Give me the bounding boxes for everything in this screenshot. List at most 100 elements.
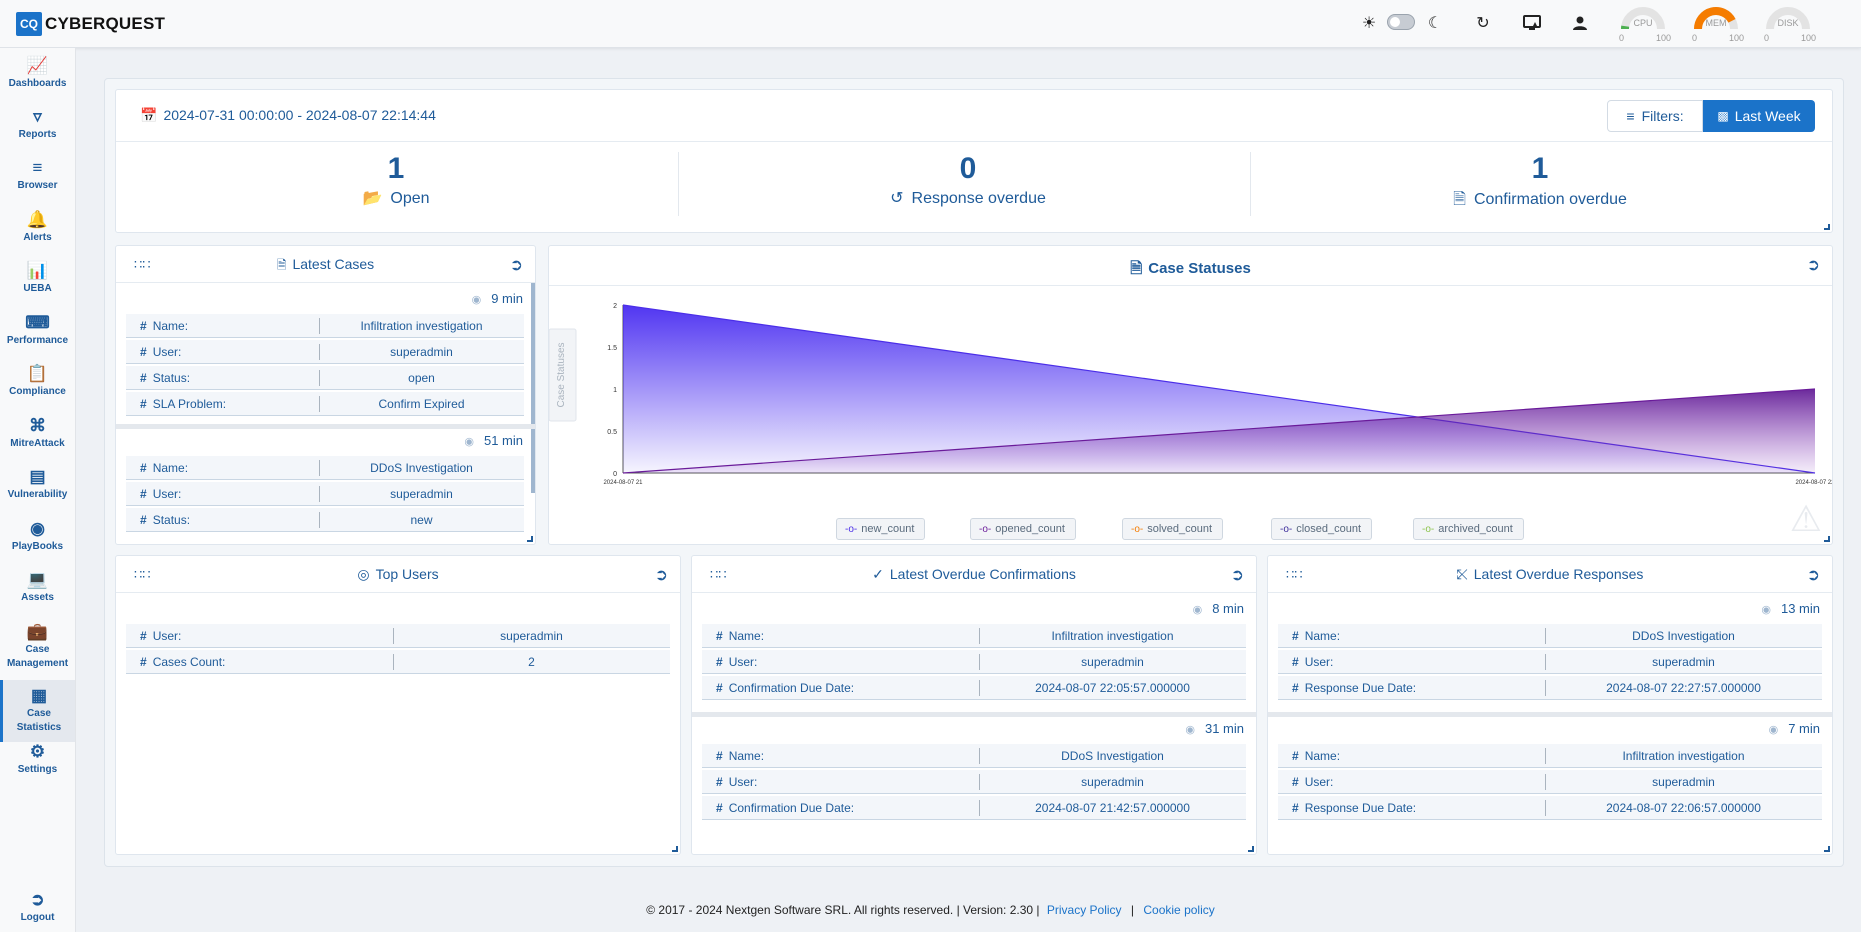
sidebar-item-label: Management (6, 658, 69, 669)
export-icon[interactable]: ➲ (655, 565, 668, 585)
eye-icon: ◉ (464, 436, 474, 448)
elapsed-time: 8 min (1212, 601, 1244, 616)
field-key: User: (1304, 655, 1334, 669)
field-key: User: (152, 487, 182, 501)
column-divider (319, 512, 320, 528)
legend-item-opened_count[interactable]: -o-opened_count (970, 518, 1076, 540)
column-divider (393, 654, 394, 670)
field-value: superadmin (1081, 775, 1144, 789)
hash-icon: # (140, 513, 147, 527)
sun-icon: ☀ (1361, 15, 1377, 32)
gear-icon: ⚙ (29, 742, 46, 761)
privacy-policy-link[interactable]: Privacy Policy (1047, 903, 1122, 917)
gauge-min: 0 (1764, 33, 1770, 43)
eye-icon: ◉ (1761, 604, 1771, 616)
command-icon: ⌘ (29, 416, 46, 435)
field-key: Cases Count: (152, 655, 226, 669)
field-value: 2024-08-07 22:27:57.000000 (1606, 681, 1761, 695)
stat-value: 1 (387, 152, 405, 185)
sidebar-item-dashboards[interactable]: 📈 Dashboards (0, 56, 75, 89)
document-check-icon: 🗎 (1453, 191, 1466, 208)
resize-handle[interactable] (672, 846, 678, 852)
theme-toggle[interactable] (1387, 14, 1415, 30)
y-tick-label: 1 (613, 387, 617, 394)
sidebar-item-performance[interactable]: ⌨ Performance (0, 313, 75, 346)
filters-button[interactable]: ≡ Filters: (1607, 100, 1703, 132)
resize-handle[interactable] (1824, 224, 1830, 230)
stat-confirmation-overdue: 1 🗎 Confirmation overdue (1260, 152, 1820, 215)
column-divider (1545, 680, 1546, 696)
legend-item-new_count[interactable]: -o-new_count (836, 518, 926, 540)
table-row: # Status: new (126, 508, 524, 532)
export-icon[interactable]: ➲ (1807, 255, 1820, 275)
keyboard-icon: ⌨ (25, 313, 50, 332)
app-logo[interactable]: CQ CYBERQUEST (16, 12, 165, 36)
field-key: User: (1304, 775, 1334, 789)
legend-marker: -o- (1422, 523, 1435, 535)
entry-time: ◉ 51 min (464, 433, 523, 448)
export-icon[interactable]: ➲ (510, 255, 523, 275)
sidebar-item-label: Browser (17, 180, 58, 191)
resize-handle[interactable] (527, 536, 533, 542)
entry-separator (692, 712, 1256, 717)
date-range[interactable]: 📅 2024-07-31 00:00:00 - 2024-08-07 22:14:… (140, 107, 436, 124)
chart-icon: 📊 (26, 261, 49, 280)
playbook-icon: ◉ (30, 519, 45, 538)
entry-separator (116, 424, 535, 429)
sidebar-item-case-management[interactable]: 💼 Case Management (0, 622, 75, 669)
sidebar-item-playbooks[interactable]: ◉ PlayBooks (0, 519, 75, 552)
hash-icon: # (1292, 629, 1299, 643)
field-key: User: (728, 775, 758, 789)
sidebar-item-label: Dashboards (8, 78, 67, 89)
resize-handle[interactable] (1824, 536, 1830, 542)
resize-handle[interactable] (1248, 846, 1254, 852)
hash-icon: # (140, 629, 147, 643)
table-row: # User: superadmin (126, 624, 670, 648)
column-divider (979, 800, 980, 816)
sidebar-item-ueba[interactable]: 📊 UEBA (0, 261, 75, 294)
table-row: # Response Due Date: 2024-08-07 22:27:57.0… (1278, 676, 1822, 700)
export-icon[interactable]: ➲ (1231, 565, 1244, 585)
legend-marker: -o- (1280, 523, 1293, 535)
sidebar-item-vulnerability[interactable]: ▤ Vulnerability (0, 467, 75, 500)
legend-item-closed_count[interactable]: -o-closed_count (1271, 518, 1373, 540)
cookie-policy-link[interactable]: Cookie policy (1143, 903, 1214, 917)
elapsed-time: 9 min (491, 291, 523, 306)
sidebar-item-mitreattack[interactable]: ⌘ MitreAttack (0, 416, 75, 449)
entry-time: ◉ 13 min (1761, 601, 1820, 616)
export-icon[interactable]: ➲ (1807, 565, 1820, 585)
sidebar-item-compliance[interactable]: 📋 Compliance (0, 364, 75, 397)
last-week-button[interactable]: ▩ Last Week (1703, 100, 1815, 132)
column-divider (319, 396, 320, 412)
scrollbar[interactable] (531, 283, 535, 493)
table-row: # Name: Infiltration investigation (702, 624, 1246, 648)
sidebar-item-browser[interactable]: ≡ Browser (0, 158, 75, 191)
y-tick-label: 1.5 (607, 345, 617, 352)
eye-icon: ◉ (1185, 724, 1195, 736)
sidebar-item-assets[interactable]: 💻 Assets (0, 570, 75, 603)
sidebar-item-case-statistics[interactable]: ▦ Case Statistics (0, 680, 75, 742)
user-icon[interactable] (1569, 12, 1591, 34)
field-value: 2024-08-07 22:05:57.000000 (1035, 681, 1190, 695)
hash-icon: # (140, 319, 147, 333)
stat-label: Response overdue (911, 190, 1046, 207)
folder-open-icon: 📂 (362, 190, 383, 207)
list-icon: ≡ (32, 158, 43, 177)
field-key: Name: (1304, 749, 1341, 763)
sidebar-item-reports[interactable]: ▿ Reports (0, 107, 75, 140)
sidebar-item-alerts[interactable]: 🔔 Alerts (0, 210, 75, 243)
field-key: Name: (152, 461, 189, 475)
entry-time: ◉ 9 min (472, 291, 523, 306)
field-key: Confirmation Due Date: (728, 801, 855, 815)
entry-time: ◉ 7 min (1769, 721, 1820, 736)
refresh-icon[interactable]: ↻ (1472, 12, 1494, 34)
legend-item-solved_count[interactable]: -o-solved_count (1122, 518, 1224, 540)
hash-icon: # (1292, 801, 1299, 815)
hash-icon: # (1292, 681, 1299, 695)
resize-handle[interactable] (1824, 846, 1830, 852)
sidebar-item-label: Case (25, 644, 50, 655)
filter-icon: ▿ (33, 107, 42, 126)
sidebar-item-settings[interactable]: ⚙ Settings (0, 742, 75, 775)
legend-item-archived_count[interactable]: -o-archived_count (1413, 518, 1524, 540)
monitor-alert-icon[interactable] (1521, 12, 1543, 34)
